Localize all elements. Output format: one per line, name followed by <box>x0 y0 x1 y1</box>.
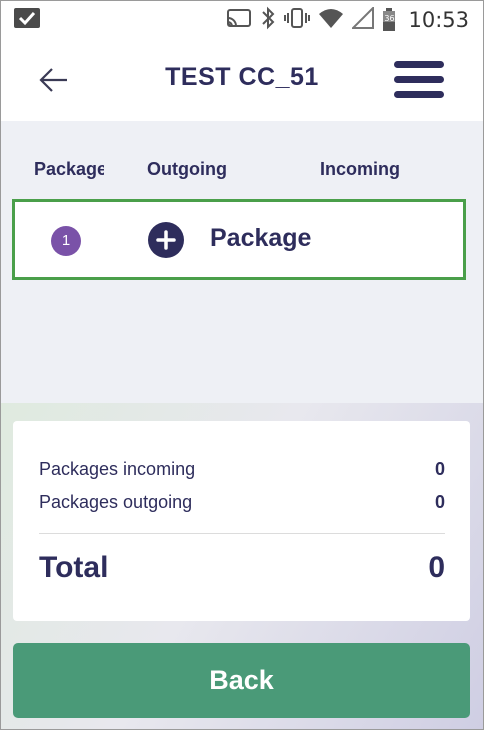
menu-bar-middle <box>394 76 444 83</box>
add-package-label[interactable]: Package <box>210 224 311 253</box>
summary-card: Packages incoming 0 Packages outgoing 0 … <box>13 421 470 621</box>
cast-icon <box>226 8 252 33</box>
column-header-package: Package <box>34 159 104 179</box>
total-value: 0 <box>428 551 445 584</box>
packages-incoming-label: Packages incoming <box>39 459 196 479</box>
package-number-badge: 1 <box>51 226 81 256</box>
app-header: TEST CC_51 <box>1 39 483 121</box>
summary-section: Packages incoming 0 Packages outgoing 0 … <box>1 403 483 729</box>
packages-incoming-value: 0 <box>434 459 445 479</box>
status-bar: 36 10:53 <box>1 1 483 39</box>
column-header-incoming: Incoming <box>320 159 400 179</box>
clock: 10:53 <box>408 8 469 32</box>
hamburger-menu-icon[interactable] <box>394 59 444 101</box>
package-row[interactable]: 1 Package <box>12 199 466 280</box>
vibrate-icon <box>284 7 311 34</box>
wifi-icon <box>318 7 344 34</box>
packages-outgoing-label: Packages outgoing <box>39 492 193 512</box>
menu-bar-top <box>394 61 444 68</box>
battery-icon: 36 <box>382 8 396 32</box>
column-headers: Package Outgoing Incoming <box>1 121 483 191</box>
signal-icon <box>351 5 375 34</box>
packages-outgoing-value: 0 <box>434 492 445 512</box>
back-button[interactable]: Back <box>13 643 470 718</box>
bluetooth-icon <box>260 6 276 35</box>
app-screen: 36 10:53 TEST CC_51 Package Outgoing Inc… <box>0 0 484 730</box>
plus-circle-icon[interactable] <box>148 222 184 258</box>
summary-divider <box>39 533 445 534</box>
packages-incoming-row: Packages incoming 0 <box>39 459 445 480</box>
packages-outgoing-row: Packages outgoing 0 <box>39 492 445 513</box>
total-row: Total 0 <box>39 551 445 585</box>
column-header-outgoing: Outgoing <box>147 159 227 179</box>
menu-bar-bottom <box>394 91 444 98</box>
status-icons: 36 10:53 <box>226 1 469 39</box>
battery-level: 36 <box>384 14 395 23</box>
total-label: Total <box>39 551 109 584</box>
checkbox-notification-icon <box>13 7 41 29</box>
